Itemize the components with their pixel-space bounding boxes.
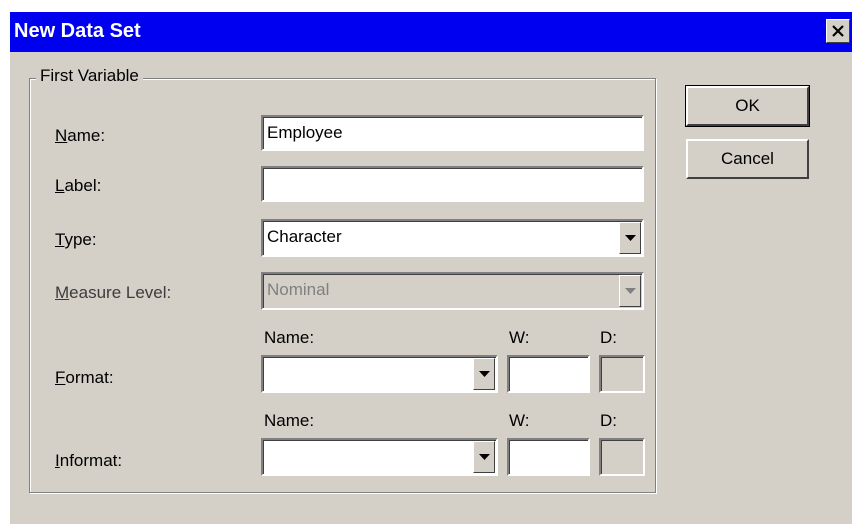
format-d-header: D: — [600, 328, 617, 347]
format-name-header: Name: — [264, 328, 315, 347]
informat-label: Informat: — [55, 451, 122, 471]
type-label-text: ype: — [64, 230, 97, 249]
informat-name-select[interactable] — [261, 438, 498, 476]
name-label-text: ame: — [67, 126, 106, 145]
measure-level-select: Nominal — [261, 272, 644, 310]
informat-name-header: Name: — [264, 411, 315, 430]
name-label: Name: — [55, 126, 105, 146]
informat-label-text: nformat: — [59, 451, 123, 470]
chevron-down-icon — [478, 453, 490, 460]
dialog-title: New Data Set — [14, 20, 141, 42]
type-select-value: Character — [267, 227, 342, 246]
informat-d-input — [599, 438, 645, 476]
name-input-value: Employee — [267, 123, 343, 142]
type-select[interactable]: Character — [261, 219, 644, 257]
label-input[interactable] — [261, 166, 644, 202]
name-input[interactable]: Employee — [261, 115, 644, 151]
first-variable-legend: First Variable — [36, 66, 143, 86]
measure-level-label: Measure Level: — [55, 283, 171, 303]
informat-d-header: D: — [600, 411, 617, 430]
close-icon — [832, 25, 844, 37]
type-label: Type: — [55, 230, 97, 250]
close-button[interactable] — [826, 19, 850, 43]
informat-w-input[interactable] — [507, 438, 590, 476]
label-label-text: abel: — [64, 176, 102, 195]
measure-level-dropdown-button — [619, 275, 641, 307]
chevron-down-icon — [478, 370, 490, 377]
format-w-input[interactable] — [507, 355, 590, 393]
format-w-header: W: — [509, 328, 530, 347]
title-bar[interactable]: New Data Set — [10, 12, 852, 52]
cancel-button[interactable]: Cancel — [686, 139, 809, 179]
measure-level-label-mnemonic: M — [55, 283, 70, 302]
format-label-text: ormat: — [65, 368, 114, 387]
format-label-mnemonic: F — [55, 368, 66, 387]
measure-level-select-value: Nominal — [267, 280, 330, 299]
ok-button[interactable]: OK — [685, 85, 810, 127]
measure-level-label-text: easure Level: — [69, 283, 172, 302]
informat-w-header: W: — [509, 411, 530, 430]
name-label-mnemonic: N — [55, 126, 68, 145]
chevron-down-icon — [624, 234, 636, 241]
format-name-select[interactable] — [261, 355, 498, 393]
label-label: Label: — [55, 176, 101, 196]
chevron-down-icon — [624, 287, 636, 294]
informat-dropdown-button[interactable] — [473, 441, 495, 473]
format-dropdown-button[interactable] — [473, 358, 495, 390]
format-d-input — [599, 355, 645, 393]
format-label: Format: — [55, 368, 114, 388]
type-dropdown-button[interactable] — [619, 222, 641, 254]
